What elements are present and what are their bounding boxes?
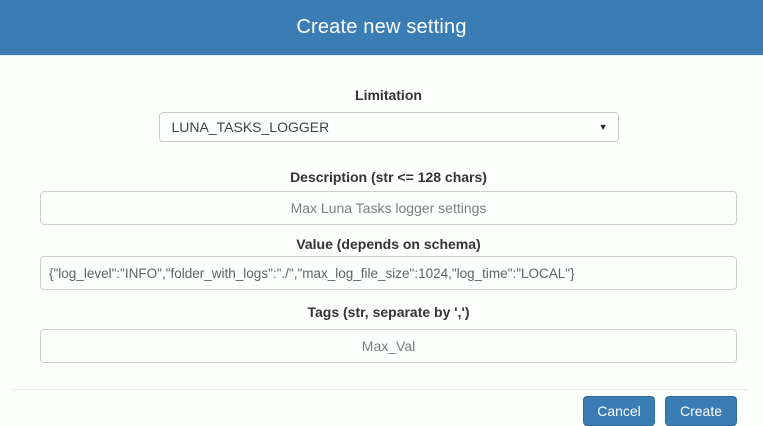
tags-input[interactable] [40,329,737,363]
limitation-label: Limitation [40,86,737,104]
modal-footer: Cancel Create [13,389,748,426]
create-setting-modal: Create new setting Limitation LUNA_TASKS… [0,0,763,426]
modal-body: Limitation LUNA_TASKS_LOGGER ▼ Descripti… [0,56,763,366]
value-input[interactable] [40,256,737,290]
description-input[interactable] [40,191,737,225]
cancel-button[interactable]: Cancel [583,396,655,426]
description-label: Description (str <= 128 chars) [40,168,737,186]
tags-label: Tags (str, separate by ',') [40,303,737,321]
value-label: Value (depends on schema) [40,235,737,253]
modal-title: Create new setting [296,16,466,39]
create-button[interactable]: Create [665,396,737,426]
modal-header: Create new setting [0,0,763,56]
chevron-down-icon: ▼ [599,123,608,132]
limitation-selected-value: LUNA_TASKS_LOGGER [172,119,599,135]
limitation-select[interactable]: LUNA_TASKS_LOGGER ▼ [159,112,619,142]
